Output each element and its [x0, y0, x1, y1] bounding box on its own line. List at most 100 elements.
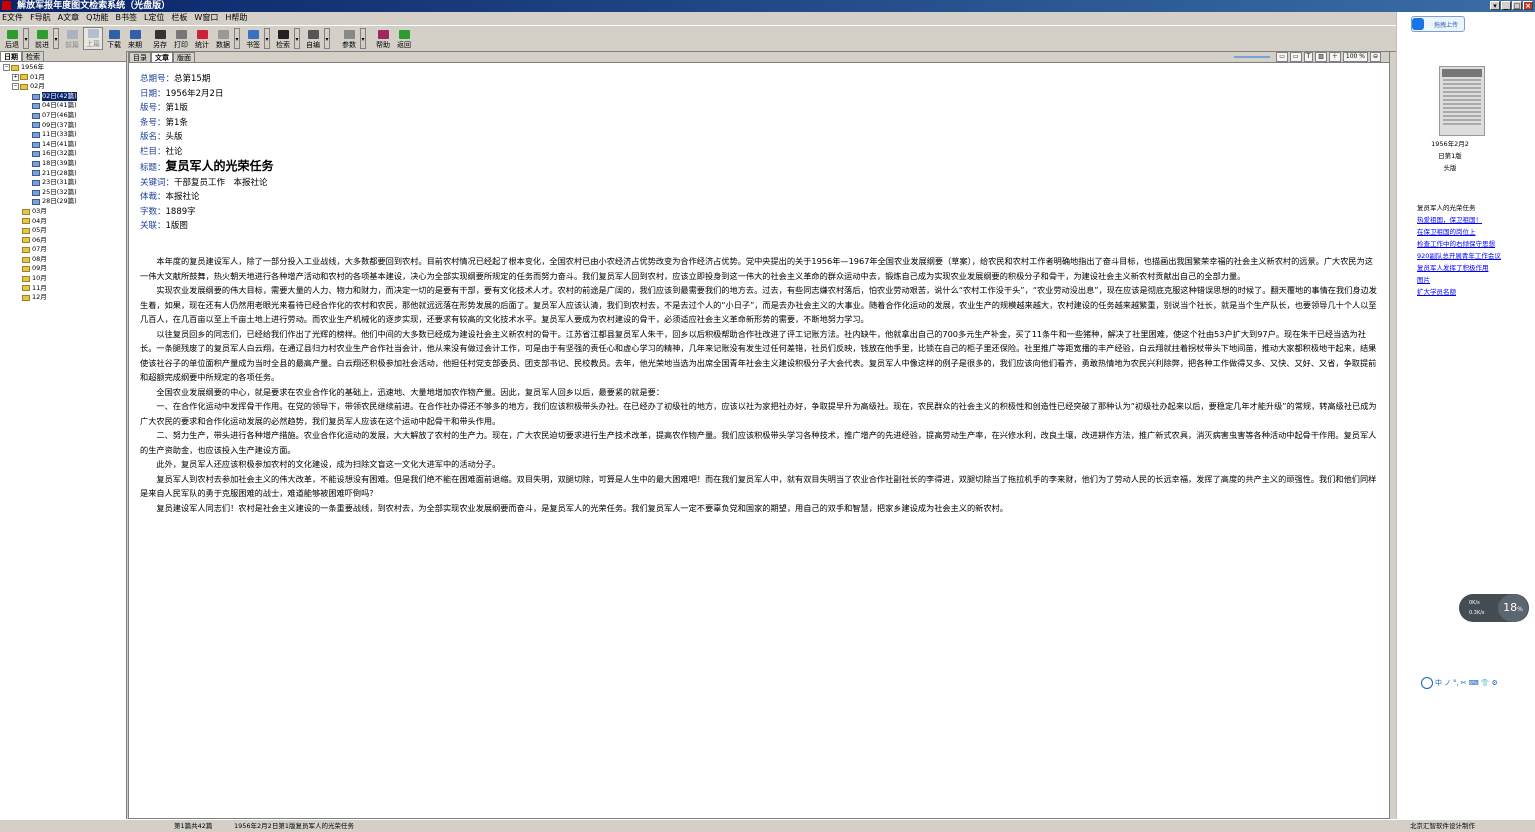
- page-thumbnail[interactable]: [1439, 66, 1485, 136]
- text-icon[interactable]: T: [1303, 52, 1314, 62]
- folder-icon: [22, 208, 30, 215]
- ime-keyboard-icon[interactable]: ⌨: [1469, 679, 1479, 687]
- upload-button[interactable]: 拖拽上传: [1411, 16, 1466, 32]
- data-dropdown[interactable]: ▾: [234, 28, 240, 49]
- tree-day[interactable]: 16日(32篇): [0, 149, 126, 159]
- menu-panel[interactable]: 栏板: [171, 12, 187, 24]
- tree-day[interactable]: 28日(29篇): [0, 197, 126, 207]
- tree-month[interactable]: 06月: [0, 236, 126, 246]
- fetch-button[interactable]: 来期: [125, 27, 145, 50]
- collapse-icon[interactable]: −: [3, 64, 10, 72]
- tree-month[interactable]: 10月: [0, 274, 126, 284]
- ime-moon-icon[interactable]: ノ: [1444, 678, 1451, 688]
- forward-button[interactable]: 前进: [32, 27, 52, 50]
- tree-month[interactable]: 07月: [0, 245, 126, 255]
- related-article-link[interactable]: 热爱祖国，保卫祖国！: [1417, 214, 1501, 226]
- search-dropdown[interactable]: ▾: [294, 28, 300, 49]
- bookmark-dropdown[interactable]: ▾: [264, 28, 270, 49]
- zoom-in-icon[interactable]: ＋: [1328, 52, 1341, 62]
- tree-month[interactable]: 04月: [0, 217, 126, 227]
- tab-layout[interactable]: 版面: [173, 52, 195, 62]
- back-button[interactable]: 后退: [2, 27, 22, 50]
- tree-month[interactable]: 08月: [0, 255, 126, 265]
- menu-locate[interactable]: L定位: [144, 12, 164, 24]
- expand-icon[interactable]: +: [12, 73, 19, 81]
- ime-settings-icon[interactable]: ⚙: [1491, 679, 1497, 687]
- related-article-link[interactable]: 检查工作中的右倾保守思想: [1417, 238, 1501, 250]
- tree-month[interactable]: 11月: [0, 284, 126, 294]
- tree-day[interactable]: 04日(41篇): [0, 101, 126, 111]
- menu-article[interactable]: A文章: [58, 12, 79, 24]
- related-article-link[interactable]: 复员军人发挥了积极作用: [1417, 262, 1501, 274]
- save-as-button[interactable]: 另存: [150, 27, 170, 50]
- search-button[interactable]: 检索: [273, 27, 293, 50]
- stats-button[interactable]: 统计: [192, 27, 212, 50]
- minimize-button[interactable]: _: [1501, 1, 1511, 10]
- tab-search[interactable]: 检索: [22, 51, 44, 61]
- scroll-button[interactable]: ▾: [1490, 1, 1500, 10]
- maximize-button[interactable]: □: [1512, 1, 1522, 10]
- tab-directory[interactable]: 日期: [0, 51, 22, 61]
- return-button[interactable]: 返回: [394, 27, 414, 50]
- menu-navigate[interactable]: F导航: [30, 12, 51, 24]
- tab-article[interactable]: 文章: [151, 52, 173, 62]
- tree-month[interactable]: 09月: [0, 264, 126, 274]
- tree-day[interactable]: 07日(46篇): [0, 111, 126, 121]
- ime-logo-icon[interactable]: [1421, 676, 1433, 689]
- ime-lang[interactable]: 中: [1435, 678, 1442, 688]
- related-article-link[interactable]: 920副队总开展青年工作会议: [1417, 250, 1501, 262]
- menu-window[interactable]: W窗口: [194, 12, 218, 24]
- tree-day[interactable]: 21日(28篇): [0, 169, 126, 179]
- params-dropdown[interactable]: ▾: [360, 28, 366, 49]
- self-edit-dropdown[interactable]: ▾: [324, 28, 330, 49]
- tab-catalog[interactable]: 目录: [129, 52, 151, 62]
- menu-file[interactable]: E文件: [2, 12, 23, 24]
- bookmark-button[interactable]: 书签: [243, 27, 263, 50]
- params-button[interactable]: 参数: [339, 27, 359, 50]
- tree-month[interactable]: +01月: [0, 73, 126, 83]
- back-dropdown[interactable]: ▾: [23, 28, 29, 49]
- tree-day[interactable]: 23日(31篇): [0, 178, 126, 188]
- meta-genre: 体裁：本报社论: [140, 192, 200, 202]
- related-article-link[interactable]: 图片: [1417, 274, 1501, 286]
- zoom-slider[interactable]: [1234, 56, 1271, 58]
- magnifier-icon[interactable]: ⊖: [1369, 52, 1381, 62]
- image-icon[interactable]: ▨: [1315, 52, 1327, 62]
- related-article-link[interactable]: 扩大学员名额: [1417, 286, 1501, 298]
- menu-help[interactable]: H帮助: [225, 12, 247, 24]
- tree-month[interactable]: 12月: [0, 293, 126, 303]
- menu-bookmark[interactable]: B书签: [115, 12, 137, 24]
- menu-function[interactable]: Q功能: [86, 12, 108, 24]
- related-article-link[interactable]: 在保卫祖国的岗位上: [1417, 226, 1501, 238]
- tree-month[interactable]: 03月: [0, 207, 126, 217]
- tree-year[interactable]: −1956年: [0, 63, 126, 73]
- prev-article-button[interactable]: 前篇: [62, 27, 82, 50]
- tree-day[interactable]: 14日(41篇): [0, 140, 126, 150]
- fit-width-icon[interactable]: ▭: [1289, 52, 1302, 62]
- data-button[interactable]: 数据: [213, 27, 233, 50]
- tree-day[interactable]: 02日(42篇): [0, 91, 126, 102]
- ime-skin-icon[interactable]: 👕: [1481, 679, 1490, 687]
- zoom-level[interactable]: 100 %: [1342, 52, 1368, 62]
- tree-month[interactable]: 05月: [0, 226, 126, 236]
- next-article-button[interactable]: 上篇: [83, 27, 103, 50]
- ime-punct-icon[interactable]: °,: [1453, 679, 1459, 687]
- tree-month[interactable]: −02月: [0, 82, 126, 92]
- close-button[interactable]: ×: [1523, 1, 1533, 10]
- network-speed-widget[interactable]: 0K/s 0.3K/s 18%: [1459, 594, 1529, 622]
- ime-scissors-icon[interactable]: ✂: [1461, 679, 1467, 687]
- meta-layout: 版名：头版: [140, 132, 183, 142]
- self-edit-button[interactable]: 自编: [303, 27, 323, 50]
- help-button[interactable]: 帮助: [373, 27, 393, 50]
- document-icon: [217, 30, 229, 39]
- article-metadata: 总期号：总第15期 日期：1956年2月2日 版号：第1版 条号：第1条 版名：…: [140, 72, 274, 234]
- download-button[interactable]: 下载: [104, 27, 124, 50]
- print-button[interactable]: 打印: [171, 27, 191, 50]
- forward-dropdown[interactable]: ▾: [53, 28, 59, 49]
- tree-day[interactable]: 18日(39篇): [0, 159, 126, 169]
- collapse-icon[interactable]: −: [12, 83, 19, 91]
- tree-day[interactable]: 11日(33篇): [0, 130, 126, 140]
- zoom-out-icon[interactable]: ▭: [1276, 52, 1288, 62]
- tree-day[interactable]: 25日(32篇): [0, 188, 126, 198]
- tree-day[interactable]: 09日(37篇): [0, 121, 126, 131]
